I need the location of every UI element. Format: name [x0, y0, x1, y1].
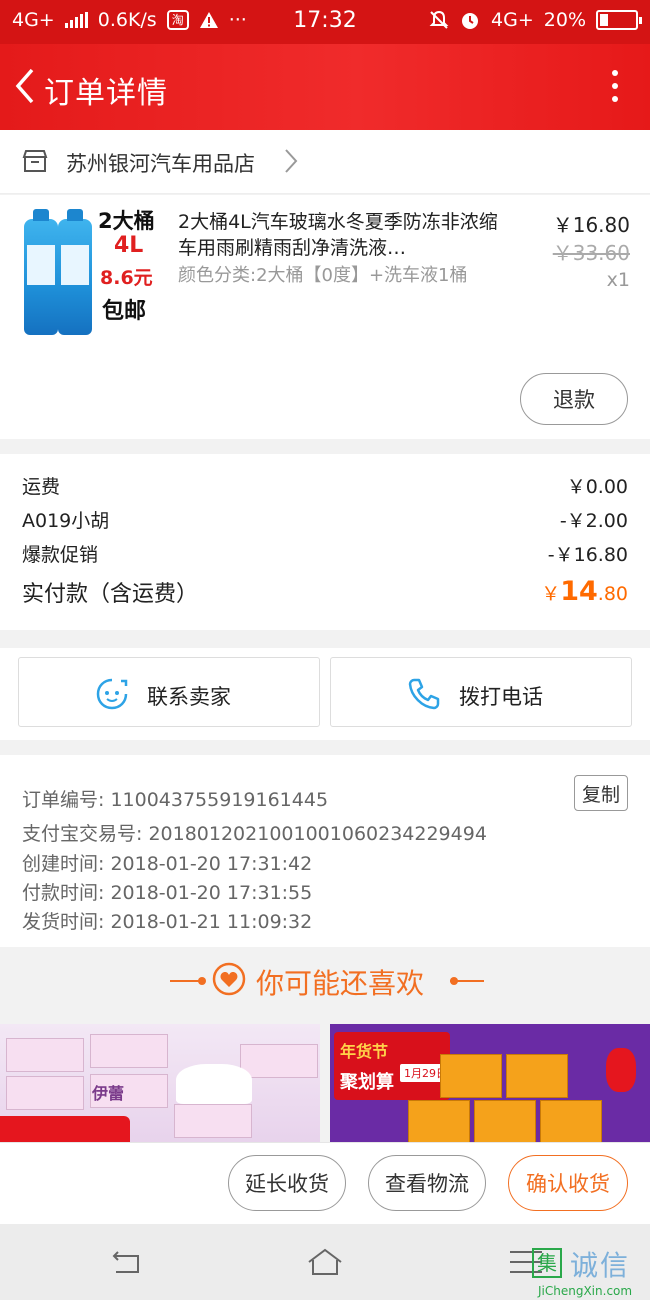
chevron-right-icon	[285, 149, 298, 173]
shipping-fee-row: 运费 ￥0.00	[22, 472, 628, 502]
promo-badge	[0, 1116, 130, 1142]
watermark-glyph: 集	[532, 1248, 562, 1278]
image-text-shipping: 包邮	[102, 299, 147, 324]
paid-currency: ￥	[541, 583, 561, 605]
price-summary: 运费 ￥0.00 A019小胡 -￥2.00 爆款促销 -￥16.80 实付款（…	[0, 454, 650, 630]
image-text-count: 2大桶	[98, 209, 155, 233]
status-bar: 4G+ 0.6K/s 淘 ··· 17:32 4G+ 20%	[0, 0, 650, 44]
paid-integer: 14	[560, 576, 598, 607]
paid-time: 付款时间: 2018-01-20 17:31:55	[22, 882, 313, 904]
shipped-time: 发货时间: 2018-01-21 11:09:32	[22, 911, 313, 933]
divider-dot-right	[450, 977, 458, 985]
phone-icon	[408, 678, 440, 710]
product-original-price: ￥33.60	[552, 241, 630, 265]
recommendation-header: 你可能还喜欢	[0, 948, 650, 1014]
order-action-bar: 延长收货 查看物流 确认收货	[0, 1142, 650, 1224]
shop-name: 苏州银河汽车用品店	[66, 152, 255, 176]
juhuasuan-label: 聚划算	[340, 1072, 394, 1093]
tissue-brand-text: 伊蕾	[92, 1084, 125, 1103]
promotion-row: 爆款促销 -￥16.80	[22, 540, 628, 570]
page-title: 订单详情	[44, 76, 168, 111]
lantern-decoration	[606, 1048, 636, 1092]
header-bar: 订单详情	[0, 44, 650, 130]
coupon-row: A019小胡 -￥2.00	[22, 506, 628, 536]
paid-amount-value: ￥14.80	[541, 576, 628, 607]
promotion-label: 爆款促销	[22, 544, 99, 566]
paid-amount-row: 实付款（含运费） ￥14.80	[22, 576, 628, 616]
mute-icon	[429, 10, 449, 29]
recommendation-title: 你可能还喜欢	[256, 967, 425, 1000]
status-right: 4G+ 20%	[429, 9, 642, 31]
order-info: 订单编号: 110043755919161445 复制 支付宝交易号: 2018…	[0, 755, 650, 947]
watermark-text: 诚信	[570, 1249, 631, 1282]
product-title[interactable]: 2大桶4L汽车玻璃水冬夏季防冻非浓缩车用雨刷精雨刮净清洗液…	[178, 209, 508, 261]
created-time: 创建时间: 2018-01-20 17:31:42	[22, 853, 313, 875]
alarm-icon	[462, 13, 479, 29]
shipping-fee-value: ￥0.00	[566, 476, 628, 498]
contact-row: 联系卖家 拨打电话	[0, 648, 650, 740]
battery-percent: 20%	[543, 9, 586, 31]
paid-amount-label: 实付款（含运费）	[22, 582, 199, 607]
shipping-fee-label: 运费	[22, 476, 61, 498]
promotion-value: -￥16.80	[547, 544, 628, 566]
tissue-image	[176, 1064, 252, 1104]
coupon-value: -￥2.00	[559, 510, 628, 532]
confirm-receipt-button[interactable]: 确认收货	[508, 1155, 628, 1211]
call-phone-label: 拨打电话	[459, 685, 543, 709]
product-image[interactable]: 2大桶 4L 8.6元 包邮	[20, 205, 160, 337]
nav-back-icon[interactable]	[106, 1246, 146, 1278]
more-options-icon[interactable]	[610, 70, 620, 104]
watermark-url: JiChengXin.com	[538, 1284, 633, 1298]
image-text-volume: 4L	[114, 233, 144, 258]
chat-face-icon	[96, 678, 128, 710]
refund-button[interactable]: 退款	[520, 373, 628, 425]
back-arrow-icon[interactable]	[10, 66, 40, 106]
order-number: 订单编号: 110043755919161445	[22, 789, 329, 811]
battery-icon	[596, 10, 642, 30]
call-phone-button[interactable]: 拨打电话	[330, 657, 632, 727]
network-type-right: 4G+	[491, 9, 534, 31]
image-text-price: 8.6元	[100, 267, 153, 289]
view-logistics-button[interactable]: 查看物流	[368, 1155, 486, 1211]
coupon-label: A019小胡	[22, 510, 110, 532]
extend-receipt-button[interactable]: 延长收货	[228, 1155, 346, 1211]
recommended-product-crate[interactable]: 年货节 聚划算 1月29日	[330, 1024, 650, 1142]
paid-decimal: .80	[597, 583, 628, 605]
contact-seller-button[interactable]: 联系卖家	[18, 657, 320, 727]
recommended-product-tissue[interactable]: 伊蕾	[0, 1024, 320, 1142]
alipay-trade-number: 支付宝交易号: 2018012021001001060234229494	[22, 823, 487, 845]
product-card: 2大桶 4L 8.6元 包邮 2大桶4L汽车玻璃水冬夏季防冻非浓缩车用雨刷精雨刮…	[0, 195, 650, 439]
shop-icon	[22, 150, 48, 172]
product-spec: 颜色分类:2大桶【0度】+洗车液1桶	[178, 265, 468, 286]
watermark-logo: 集 诚信 JiChengXin.com	[532, 1244, 650, 1300]
heart-icon	[212, 962, 246, 996]
product-price: ￥16.80	[552, 213, 630, 237]
copy-button[interactable]: 复制	[574, 775, 628, 811]
divider-dot-left	[198, 977, 206, 985]
festival-label: 年货节	[340, 1042, 389, 1061]
nav-home-icon[interactable]	[305, 1246, 345, 1278]
recommendation-cards: 伊蕾 年货节 聚划算 1月29日	[0, 1024, 650, 1142]
contact-seller-label: 联系卖家	[147, 685, 231, 709]
product-quantity: x1	[606, 269, 630, 291]
shop-row[interactable]: 苏州银河汽车用品店	[0, 130, 650, 194]
